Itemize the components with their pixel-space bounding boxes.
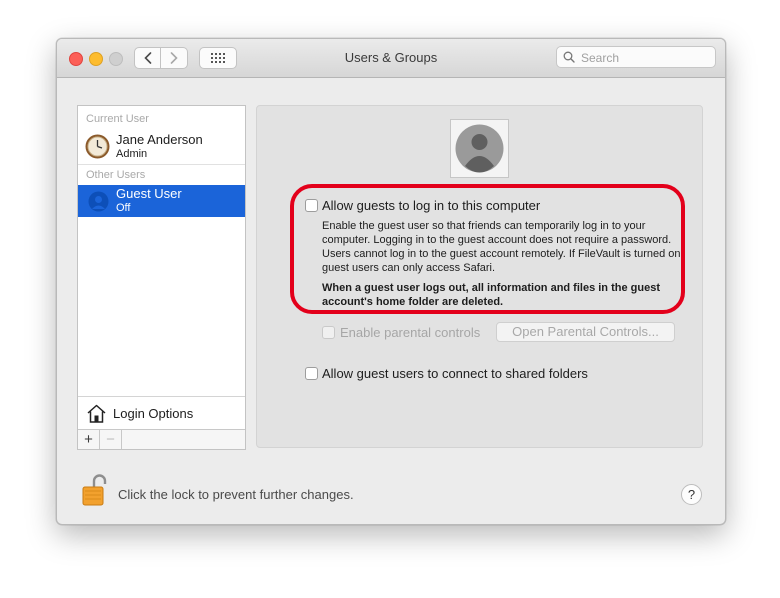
parental-controls-checkbox[interactable] bbox=[322, 326, 335, 339]
user-role: Admin bbox=[116, 148, 148, 160]
search-icon bbox=[563, 51, 575, 63]
guest-avatar-icon bbox=[455, 124, 504, 173]
guest-warning: When a guest user logs out, all informat… bbox=[322, 282, 660, 308]
parental-controls-label[interactable]: Enable parental controls bbox=[340, 325, 480, 340]
lock-status-text: Click the lock to prevent further change… bbox=[118, 487, 354, 502]
user-row-jane-anderson[interactable]: Jane Anderson Admin bbox=[78, 130, 245, 164]
divider bbox=[78, 164, 245, 165]
open-parental-controls-button[interactable]: Open Parental Controls... bbox=[496, 322, 675, 342]
other-users-section-label: Other Users bbox=[86, 169, 146, 181]
user-status: Off bbox=[116, 202, 131, 214]
title-bar: Users & Groups bbox=[57, 39, 725, 78]
sidebar-footer: + − bbox=[78, 429, 245, 449]
users-groups-window: Users & Groups Current User Jane Anderso… bbox=[56, 38, 726, 525]
shared-folders-label[interactable]: Allow guest users to connect to shared f… bbox=[322, 366, 588, 381]
user-name: Guest User bbox=[116, 186, 182, 201]
user-picture bbox=[450, 119, 509, 178]
guest-settings-panel: Allow guests to log in to this computer … bbox=[256, 105, 703, 448]
allow-guests-checkbox[interactable] bbox=[305, 199, 318, 212]
user-name: Jane Anderson bbox=[116, 132, 203, 147]
search-field[interactable] bbox=[556, 46, 716, 68]
user-avatar-icon bbox=[85, 134, 110, 159]
unlocked-lock-icon[interactable] bbox=[81, 473, 107, 507]
remove-user-button[interactable]: − bbox=[100, 430, 122, 449]
search-input[interactable] bbox=[579, 49, 713, 67]
login-options-label: Login Options bbox=[113, 406, 194, 421]
login-options-item[interactable]: Login Options bbox=[78, 396, 245, 432]
user-row-guest-user[interactable]: Guest User Off bbox=[78, 185, 245, 217]
help-button[interactable]: ? bbox=[681, 484, 702, 505]
allow-guests-label[interactable]: Allow guests to log in to this computer bbox=[322, 198, 540, 213]
guest-user-icon bbox=[88, 191, 109, 212]
house-icon bbox=[87, 404, 106, 423]
shared-folders-checkbox[interactable] bbox=[305, 367, 318, 380]
add-user-button[interactable]: + bbox=[78, 430, 100, 449]
user-list-sidebar: Current User Jane Anderson Admin Other U… bbox=[77, 105, 246, 450]
guest-description: Enable the guest user so that friends ca… bbox=[322, 220, 681, 274]
current-user-section-label: Current User bbox=[86, 113, 149, 125]
